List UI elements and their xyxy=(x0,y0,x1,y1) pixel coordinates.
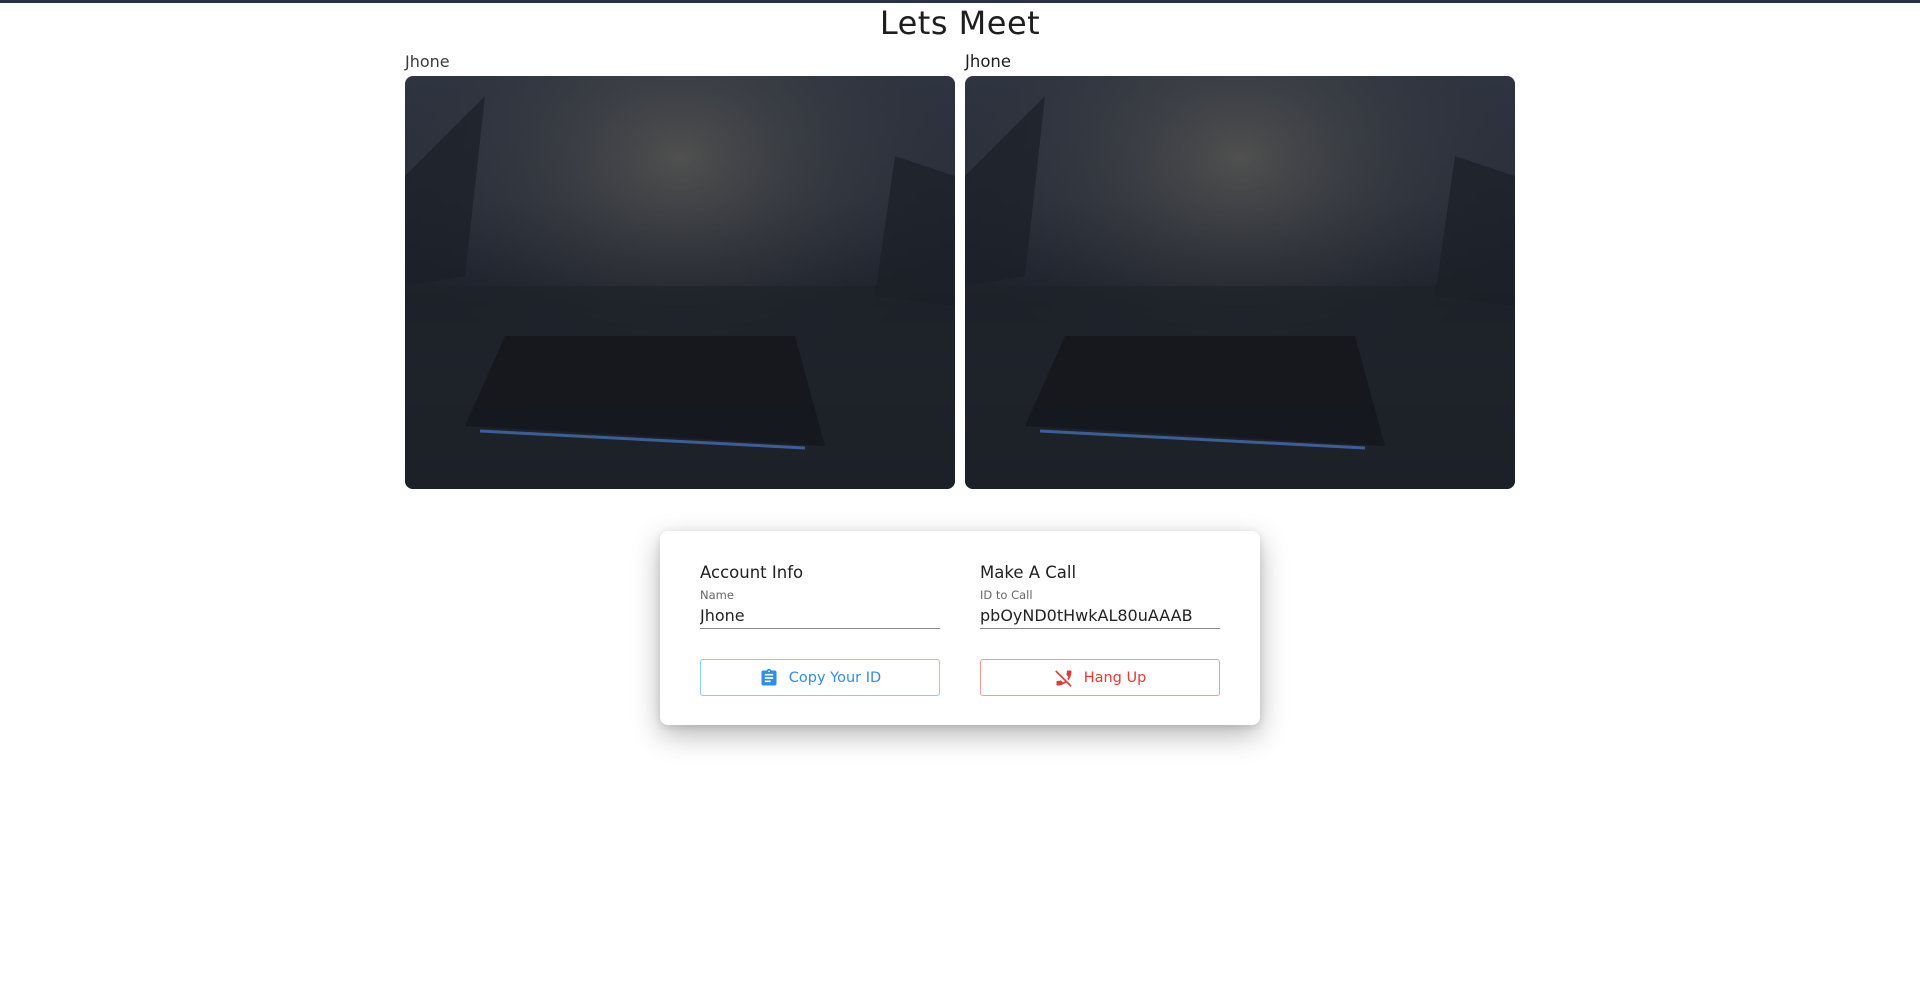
remote-video[interactable] xyxy=(965,76,1515,489)
account-info-section: Account Info Name xyxy=(700,561,940,629)
make-call-section: Make A Call ID to Call xyxy=(980,561,1220,629)
top-bar xyxy=(0,0,1920,3)
video-feed-image xyxy=(965,76,1515,489)
id-to-call-field[interactable] xyxy=(980,603,1220,629)
remote-video-label: Jhone xyxy=(965,52,1012,71)
local-video[interactable] xyxy=(405,76,955,489)
hang-up-label: Hang Up xyxy=(1083,669,1147,686)
id-to-call-label: ID to Call xyxy=(980,588,1033,602)
make-call-heading: Make A Call xyxy=(980,563,1077,582)
name-field-label: Name xyxy=(700,588,734,602)
copy-id-button[interactable]: Copy Your ID xyxy=(700,659,940,696)
clipboard-icon xyxy=(759,668,779,688)
remote-video-panel: Jhone xyxy=(965,52,1515,489)
account-info-heading: Account Info xyxy=(700,563,804,582)
phone-disabled-icon xyxy=(1054,668,1074,688)
call-options-card: Account Info Name Make A Call ID to Call… xyxy=(660,531,1260,725)
page-title: Lets Meet xyxy=(879,4,1041,42)
hang-up-button[interactable]: Hang Up xyxy=(980,659,1220,696)
video-feed-image xyxy=(405,76,955,489)
name-field[interactable] xyxy=(700,603,940,629)
local-video-label: Jhone xyxy=(405,52,450,71)
local-video-panel: Jhone xyxy=(405,52,955,489)
copy-id-label: Copy Your ID xyxy=(788,669,882,686)
